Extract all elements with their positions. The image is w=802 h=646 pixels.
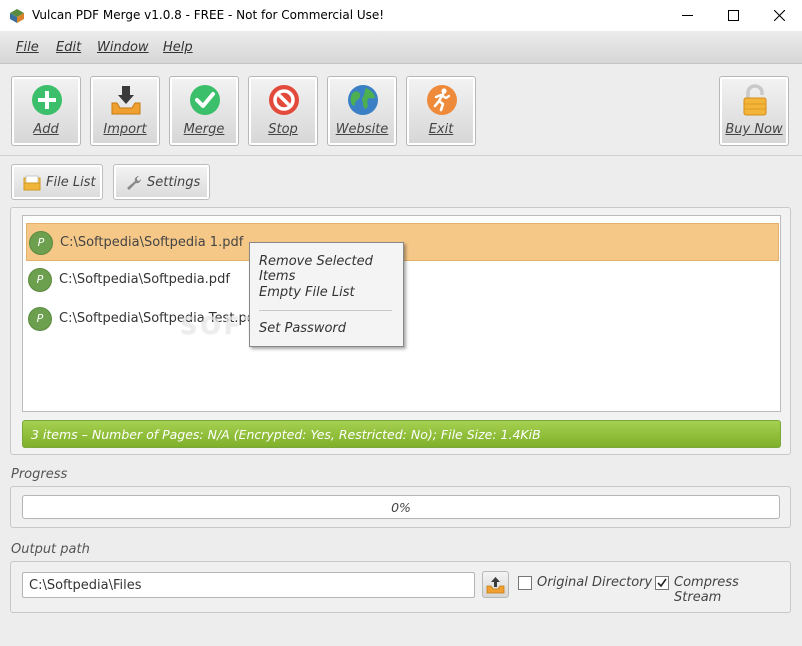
- running-man-icon: [427, 85, 457, 115]
- buy-now-button-label: Buy Now: [725, 122, 783, 137]
- menu-edit[interactable]: Edit: [56, 40, 81, 55]
- maximize-button[interactable]: [710, 0, 756, 31]
- checkmark-icon: [657, 578, 667, 588]
- menu-file-label: File: [16, 40, 39, 55]
- buy-now-button[interactable]: Buy Now: [719, 76, 789, 146]
- toolbar-divider: [0, 155, 802, 156]
- original-directory-checkbox[interactable]: [518, 576, 532, 590]
- exit-button[interactable]: Exit: [406, 76, 476, 146]
- context-set-password[interactable]: Set Password: [259, 321, 346, 336]
- padlock-icon: [743, 84, 767, 116]
- window-title: Vulcan PDF Merge v1.0.8 - FREE - Not for…: [32, 8, 385, 22]
- file-summary-bar: 3 items – Number of Pages: N/A (Encrypte…: [22, 420, 781, 448]
- pdf-file-icon: P: [29, 231, 53, 255]
- original-directory-label: Original Directory: [537, 575, 653, 590]
- context-menu: Remove Selected Items Empty File List Se…: [249, 242, 404, 347]
- output-path-input[interactable]: C:\Softpedia\Files: [22, 572, 475, 598]
- output-path-label: Output path: [11, 542, 90, 557]
- compress-stream-label: Compress Stream: [674, 575, 739, 605]
- menu-bar: File Edit Window Help: [0, 31, 802, 64]
- context-empty-list[interactable]: Empty File List: [259, 285, 355, 300]
- folder-upload-icon: [486, 577, 505, 594]
- context-remove-selected[interactable]: Remove Selected Items: [259, 254, 403, 284]
- globe-icon: [348, 85, 378, 115]
- progress-text: 0%: [391, 500, 411, 515]
- tab-file-list[interactable]: File List: [11, 164, 103, 200]
- import-button-label: Import: [103, 122, 147, 137]
- merge-button[interactable]: Merge: [169, 76, 239, 146]
- stop-button-label: Stop: [268, 122, 298, 137]
- compress-stream-checkbox[interactable]: [655, 576, 669, 590]
- context-separator: [259, 310, 392, 311]
- progress-group: 0%: [10, 486, 791, 528]
- folder-icon: [23, 175, 41, 191]
- merge-button-label: Merge: [183, 122, 225, 137]
- website-button[interactable]: Website: [327, 76, 397, 146]
- app-logo-icon: [10, 9, 24, 23]
- minimize-button[interactable]: [664, 0, 710, 31]
- close-button[interactable]: [756, 0, 802, 31]
- file-summary-text: 3 items – Number of Pages: N/A (Encrypte…: [31, 427, 541, 442]
- tab-file-list-label: File List: [46, 175, 96, 190]
- website-button-label: Website: [335, 122, 389, 137]
- menu-window-label: Window: [97, 40, 149, 55]
- menu-help-label: Help: [163, 40, 193, 55]
- browse-output-button[interactable]: [482, 571, 509, 598]
- checkmark-circle-icon: [190, 85, 220, 115]
- file-path: C:\Softpedia\Softpedia.pdf: [59, 272, 230, 287]
- add-button-label: Add: [33, 122, 59, 137]
- add-button[interactable]: Add: [11, 76, 81, 146]
- plus-circle-icon: [32, 85, 62, 115]
- menu-help[interactable]: Help: [163, 40, 193, 55]
- maximize-icon: [727, 10, 739, 21]
- stop-button[interactable]: Stop: [248, 76, 318, 146]
- tab-settings[interactable]: Settings: [113, 164, 210, 200]
- menu-file[interactable]: File: [16, 40, 39, 55]
- stop-sign-icon: [269, 85, 299, 115]
- file-path: C:\Softpedia\Softpedia 1.pdf: [60, 235, 244, 250]
- progress-label: Progress: [11, 467, 68, 482]
- import-tray-icon: [111, 86, 141, 115]
- progress-bar: 0%: [22, 495, 780, 519]
- pdf-file-icon: P: [28, 268, 52, 292]
- tab-settings-label: Settings: [147, 175, 201, 190]
- title-bar: Vulcan PDF Merge v1.0.8 - FREE - Not for…: [0, 0, 802, 31]
- main-panel: Add Import Merge Stop Website Exit Buy N…: [0, 64, 802, 646]
- exit-button-label: Exit: [428, 122, 454, 137]
- pdf-file-icon: P: [28, 307, 52, 331]
- menu-edit-label: Edit: [56, 40, 82, 55]
- output-group: C:\Softpedia\Files Original Directory Co…: [10, 561, 791, 613]
- import-button[interactable]: Import: [90, 76, 160, 146]
- menu-window[interactable]: Window: [97, 40, 149, 55]
- close-icon: [773, 10, 785, 21]
- minimize-icon: [681, 15, 693, 16]
- wrench-icon: [127, 176, 141, 190]
